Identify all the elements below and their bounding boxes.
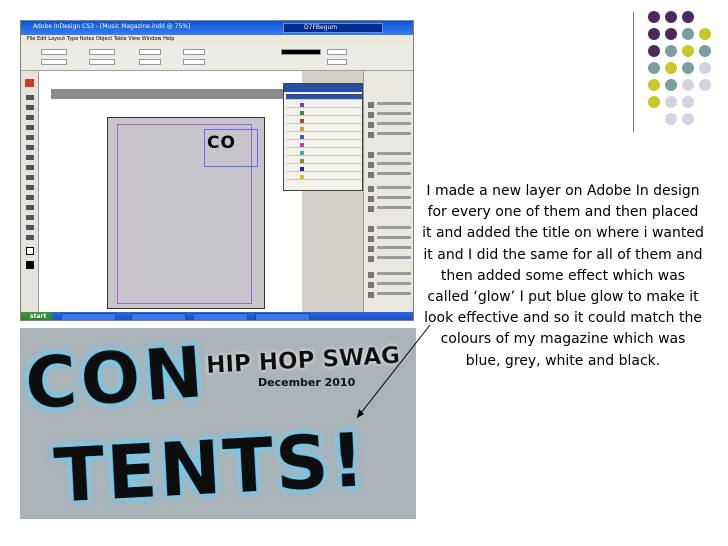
- caption-text: I made a new layer on Adobe In design fo…: [422, 183, 704, 369]
- slide: Adobe InDesign CS3 - [Music Magazine.ind…: [0, 0, 728, 546]
